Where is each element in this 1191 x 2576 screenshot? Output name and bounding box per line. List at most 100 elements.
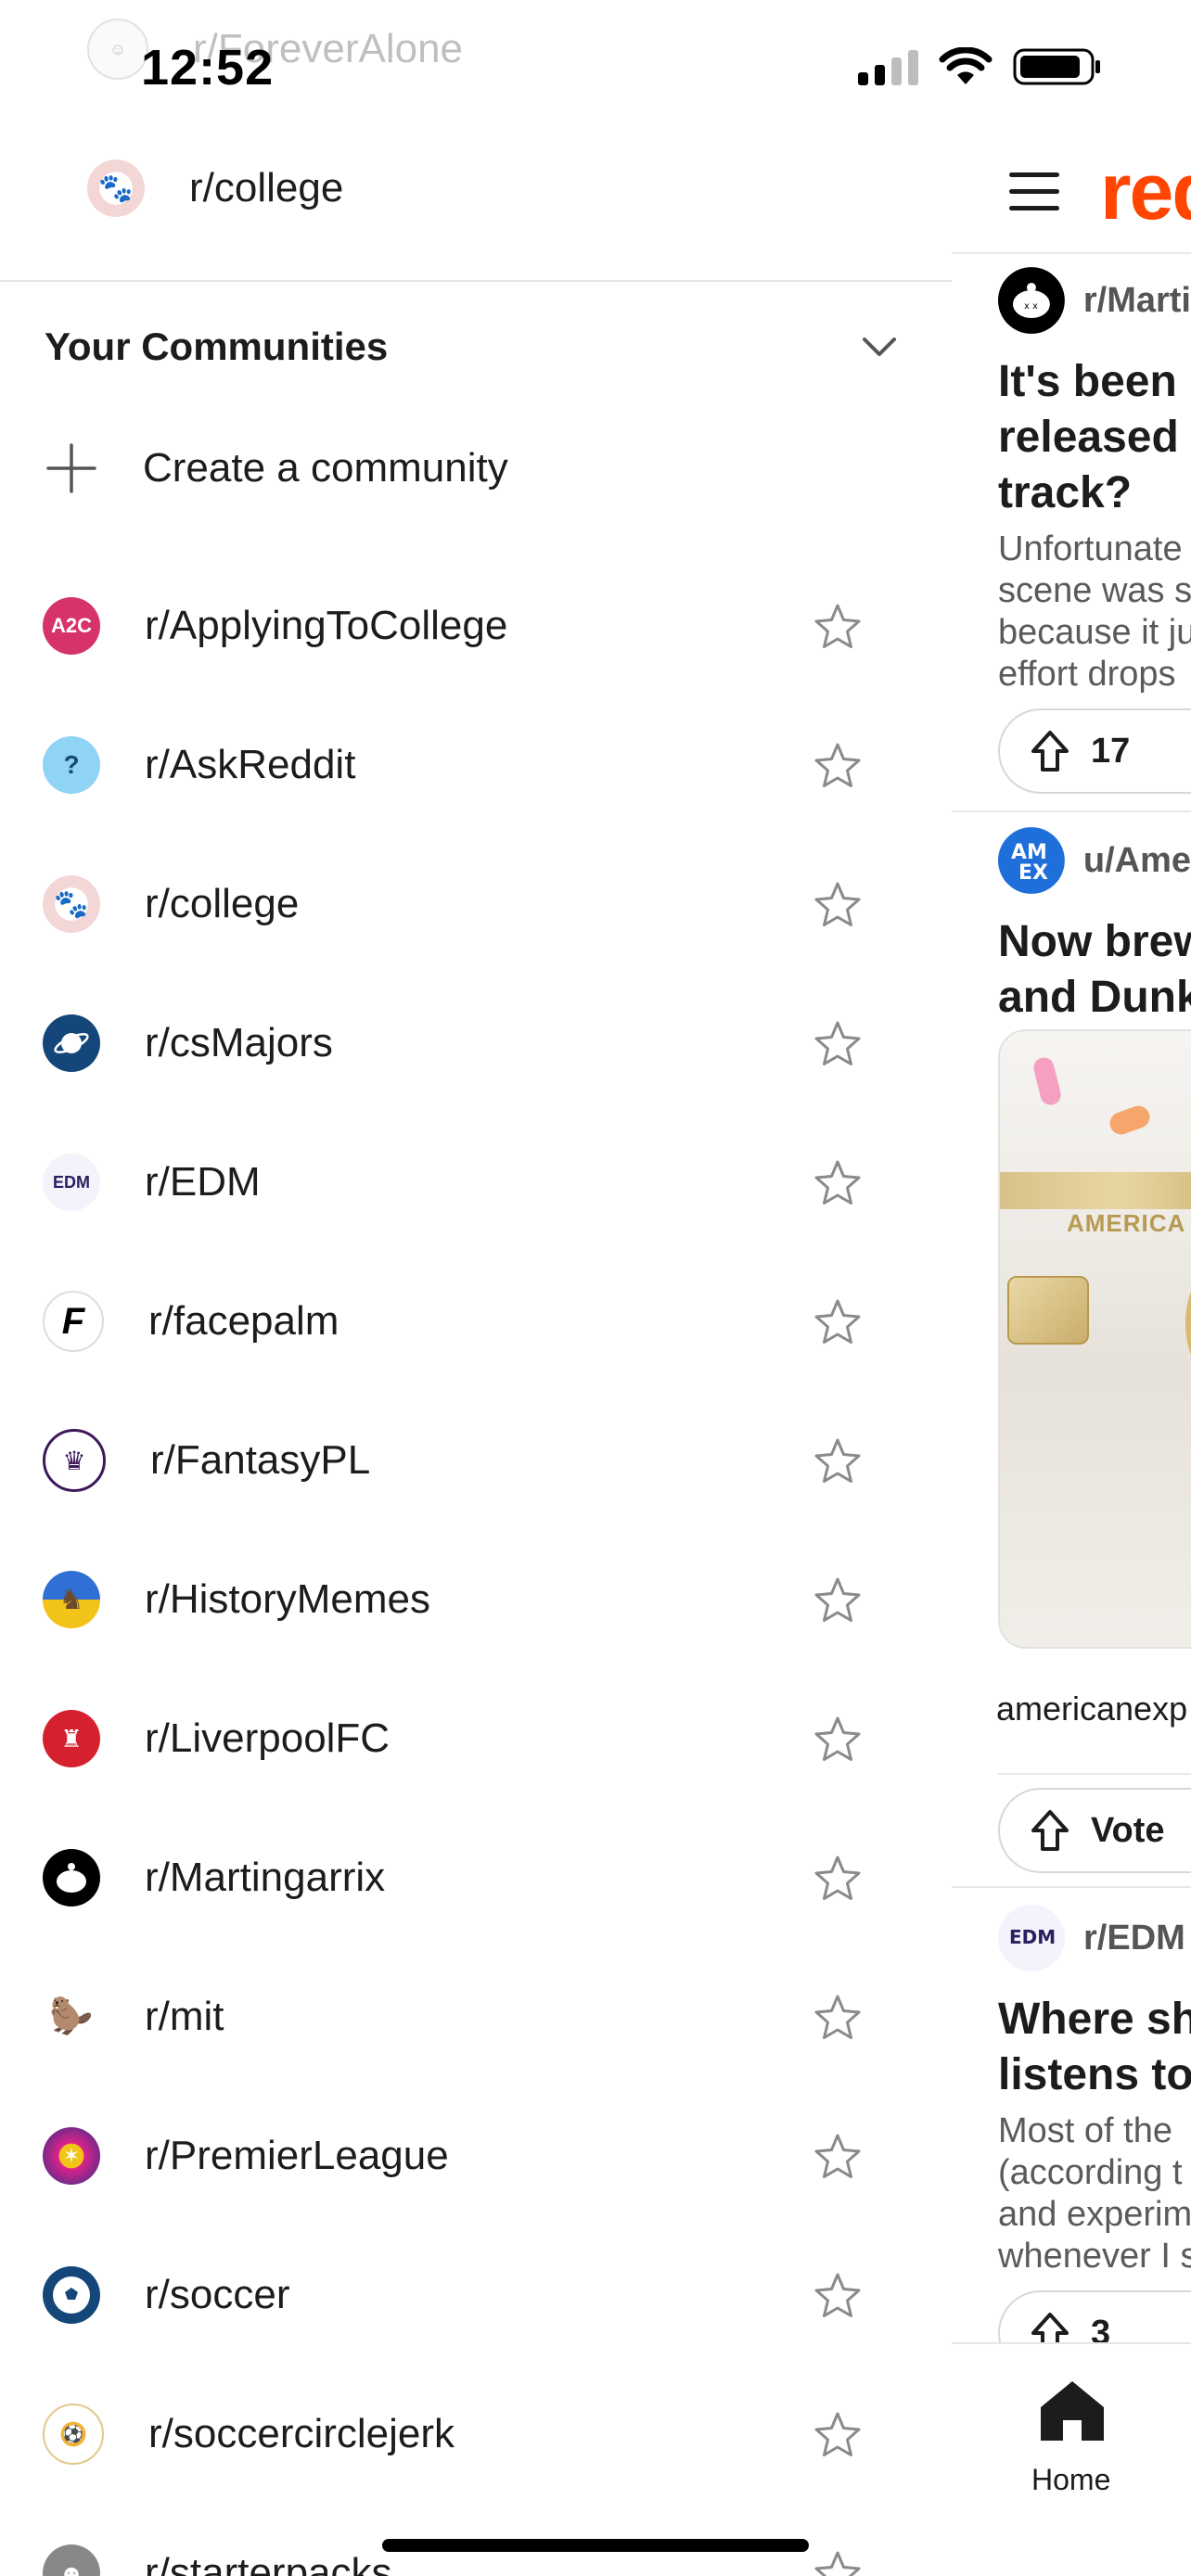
favorite-star-icon[interactable]: [813, 2132, 863, 2182]
community-item[interactable]: ⚽ r/soccercirclejerk: [0, 2365, 952, 2504]
bottom-nav: Home: [952, 2342, 1191, 2576]
post-author[interactable]: u/Ame: [1083, 841, 1191, 881]
mit-avatar-icon: 🦫: [43, 1988, 100, 2046]
community-item[interactable]: F r/facepalm: [0, 1252, 952, 1391]
vote-pill: Vote: [998, 1788, 1191, 1873]
post-body-line: and experim: [998, 2195, 1191, 2234]
soccer-avatar-icon: [43, 2266, 100, 2324]
create-community-label: Create a community: [143, 445, 508, 491]
community-item[interactable]: EDM r/EDM: [0, 1113, 952, 1252]
your-communities-header[interactable]: Your Communities: [45, 325, 898, 369]
historymemes-avatar-icon: ♞: [43, 1571, 100, 1628]
favorite-star-icon[interactable]: [813, 2549, 863, 2576]
ad-link-divider: [998, 1773, 1191, 1775]
ad-image[interactable]: AMERICA: [998, 1029, 1191, 1649]
home-icon[interactable]: [1037, 2378, 1108, 2444]
facepalm-avatar-icon: F: [43, 1291, 104, 1352]
community-item[interactable]: r/csMajors: [0, 974, 952, 1113]
community-item[interactable]: r/soccer: [0, 2225, 952, 2365]
community-item[interactable]: 🐾 r/college: [0, 835, 952, 974]
favorite-star-icon[interactable]: [813, 1436, 863, 1486]
chip-icon: [1007, 1276, 1089, 1345]
card-stripe: [1000, 1172, 1191, 1209]
post-body-line: Most of the: [998, 2111, 1172, 2150]
create-community-button[interactable]: Create a community: [45, 441, 508, 495]
favorite-star-icon[interactable]: [813, 2410, 863, 2460]
card-name-text: AMERICA: [1067, 1209, 1186, 1237]
communities-drawer: ☺ r/ForeverAlone 🐾 r/college Your Commun…: [0, 0, 952, 2576]
post-card[interactable]: x x r/Marti It's been released track? Un…: [952, 267, 1191, 794]
college-avatar-icon: 🐾: [43, 875, 100, 933]
post-title-line[interactable]: track?: [998, 465, 1191, 521]
community-item[interactable]: ♛ r/FantasyPL: [0, 1391, 952, 1530]
liverpoolfc-avatar-icon: ♜: [43, 1710, 100, 1767]
upvote-icon[interactable]: [1030, 1808, 1070, 1853]
home-feed: red x x r/Marti It's been released track…: [952, 0, 1191, 2576]
community-item[interactable]: ♜ r/LiverpoolFC: [0, 1669, 952, 1808]
premierleague-avatar-icon: ✶: [43, 2127, 100, 2185]
college-avatar-icon: 🐾: [87, 159, 145, 217]
favorite-star-icon[interactable]: [813, 1575, 863, 1626]
post-divider: [952, 1886, 1191, 1888]
community-item[interactable]: A2C r/ApplyingToCollege: [0, 556, 952, 695]
cellular-signal-icon: [858, 48, 918, 85]
post-title-line[interactable]: It's been: [998, 354, 1191, 410]
applyingtocollege-avatar-icon: A2C: [43, 597, 100, 655]
community-list: A2C r/ApplyingToCollege ? r/AskReddit 🐾 …: [0, 556, 952, 2576]
vote-count: 17: [1091, 731, 1131, 771]
menu-icon[interactable]: [1009, 172, 1059, 215]
favorite-star-icon[interactable]: [813, 2271, 863, 2321]
favorite-star-icon[interactable]: [813, 741, 863, 791]
favorite-star-icon[interactable]: [813, 1715, 863, 1765]
nav-home-label[interactable]: Home: [1031, 2463, 1110, 2497]
svg-text:EX: EX: [1018, 861, 1048, 885]
section-divider: [0, 280, 952, 282]
post-title-line[interactable]: listens to: [998, 2047, 1191, 2103]
ad-link[interactable]: americanexp: [996, 1690, 1187, 1728]
community-item[interactable]: ♞ r/HistoryMemes: [0, 1530, 952, 1669]
vote-label: Vote: [1091, 1810, 1165, 1850]
post-body-line: (according t: [998, 2153, 1183, 2192]
wifi-icon: [939, 47, 992, 84]
pink-candy-icon: [1031, 1055, 1063, 1107]
post-meta: AM EX u/Ame: [998, 827, 1191, 894]
post-title-line[interactable]: Now brew: [998, 914, 1191, 970]
reddit-logo: red: [1100, 147, 1191, 236]
post-body-line: whenever I s: [998, 2237, 1191, 2276]
promoted-post-card[interactable]: AM EX u/Ame Now brew and Dunk: [952, 827, 1191, 1026]
favorite-star-icon[interactable]: [813, 1019, 863, 1069]
post-subreddit[interactable]: r/EDM: [1083, 1919, 1185, 1958]
home-indicator: [382, 2539, 809, 2552]
upvote-icon[interactable]: [1030, 729, 1070, 773]
favorite-star-icon[interactable]: [813, 1297, 863, 1347]
post-body-line: scene was s: [998, 571, 1191, 610]
post-card[interactable]: EDM r/EDM Where sh listens to Most of th…: [952, 1905, 1191, 2376]
chevron-down-icon[interactable]: [861, 334, 898, 360]
svg-text:EDM: EDM: [1009, 1926, 1056, 1948]
favorite-star-icon[interactable]: [813, 1854, 863, 1904]
post-body-line: Unfortunate: [998, 529, 1183, 568]
community-item[interactable]: ✶ r/PremierLeague: [0, 2086, 952, 2225]
post-title-line[interactable]: and Dunk: [998, 970, 1191, 1026]
martingarrix-avatar-icon: x x: [998, 267, 1065, 334]
status-time: 12:52: [141, 40, 275, 96]
post-body-line: effort drops: [998, 655, 1176, 694]
post-subreddit[interactable]: r/Marti: [1083, 281, 1191, 321]
askreddit-avatar-icon: ?: [43, 736, 100, 794]
csmajors-avatar-icon: [43, 1014, 100, 1072]
post-title-line[interactable]: released: [998, 410, 1191, 465]
community-item[interactable]: r/Martingarrix: [0, 1808, 952, 1947]
post-title-line[interactable]: Where sh: [998, 1992, 1191, 2047]
community-item[interactable]: ? r/AskReddit: [0, 695, 952, 835]
battery-icon: [1013, 48, 1100, 85]
recent-community-row[interactable]: 🐾 r/college: [45, 159, 343, 217]
favorite-star-icon[interactable]: [813, 880, 863, 930]
favorite-star-icon[interactable]: [813, 602, 863, 652]
edm-avatar-icon: EDM: [998, 1905, 1065, 1971]
post-body-line: because it ju: [998, 613, 1191, 652]
favorite-star-icon[interactable]: [813, 1993, 863, 2043]
starterpacks-avatar-icon: ☻: [43, 2544, 100, 2576]
orange-candy-icon: [1107, 1103, 1153, 1138]
community-item[interactable]: 🦫 r/mit: [0, 1947, 952, 2086]
favorite-star-icon[interactable]: [813, 1158, 863, 1208]
